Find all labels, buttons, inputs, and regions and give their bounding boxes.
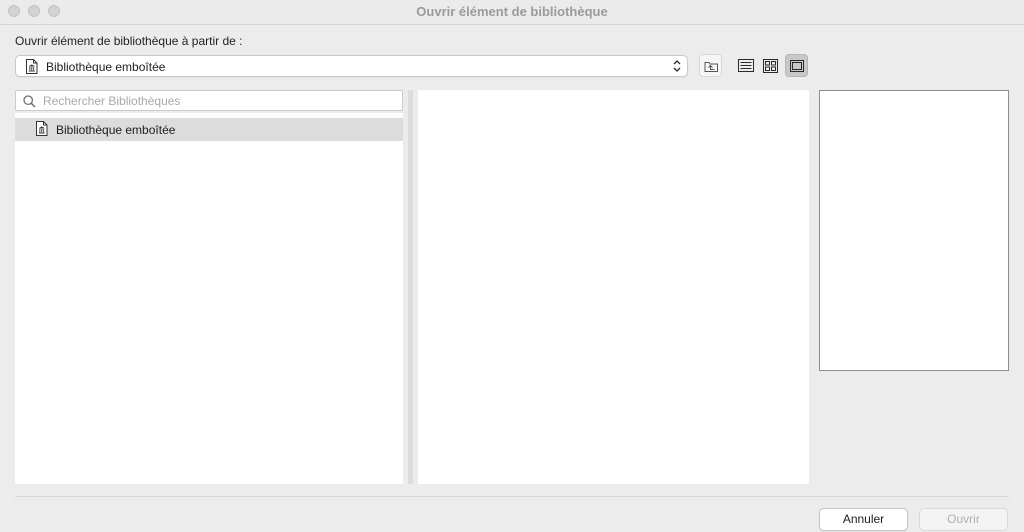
library-doc-icon (25, 59, 38, 77)
open-button[interactable]: Ouvrir (919, 508, 1008, 531)
cancel-button[interactable]: Annuler (819, 508, 908, 531)
window-title: Ouvrir élément de bibliothèque (416, 4, 608, 19)
footer-divider (15, 496, 1009, 497)
search-field[interactable]: Rechercher Bibliothèques (15, 90, 403, 111)
source-popup[interactable]: Bibliothèque emboîtée (15, 55, 688, 77)
grid-view-button[interactable] (759, 54, 782, 77)
source-popup-value: Bibliothèque emboîtée (46, 60, 166, 74)
preview-pane (819, 90, 1009, 371)
library-list: Bibliothèque emboîtée (15, 113, 403, 484)
chevron-updown-icon (673, 59, 681, 76)
content-pane[interactable] (418, 90, 809, 484)
library-doc-icon (35, 121, 48, 139)
source-label: Ouvrir élément de bibliothèque à partir … (15, 34, 243, 48)
parent-folder-button[interactable] (699, 54, 722, 77)
pane-splitter[interactable] (408, 90, 413, 484)
list-item-label: Bibliothèque emboîtée (56, 123, 176, 137)
single-view-button[interactable] (785, 54, 808, 77)
search-placeholder: Rechercher Bibliothèques (43, 94, 181, 108)
list-item[interactable]: Bibliothèque emboîtée (15, 118, 403, 141)
title-bar: Ouvrir élément de bibliothèque (0, 0, 1024, 25)
list-view-button[interactable] (734, 54, 757, 77)
